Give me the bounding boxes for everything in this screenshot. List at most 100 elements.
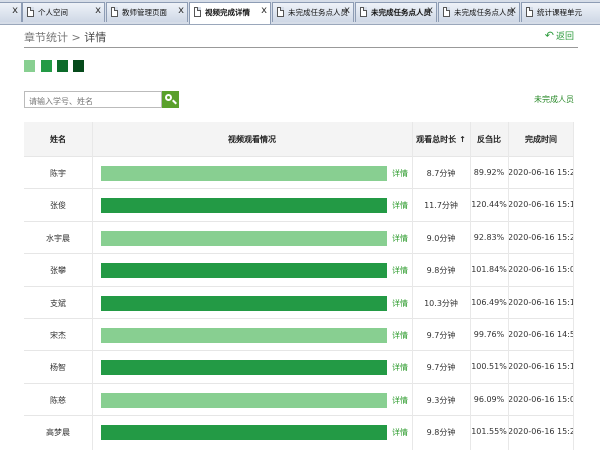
student-name: 高梦晨: [46, 428, 70, 438]
tab-label: 视频完成详情: [205, 8, 250, 17]
ratio: 96.09%: [473, 394, 505, 404]
legend-swatch-darkest: [73, 60, 84, 72]
document-icon: [277, 7, 284, 17]
ratio: 101.84%: [471, 265, 507, 275]
tab-close-icon[interactable]: x: [510, 5, 516, 16]
total-duration: 9.7分钟: [426, 363, 456, 373]
table-header: 姓名 视频观看情况 观看总时长 ↑ 反刍比 完成时间: [24, 122, 574, 156]
tab-incomplete-1[interactable]: 未完成任务点人员 x: [272, 2, 354, 22]
detail-link[interactable]: 详情: [392, 427, 408, 438]
table-row: 高梦晨 详情 9.8分钟 101.55% 2020-06-16 15:24: [24, 415, 574, 449]
video-progress-bar: [101, 263, 387, 279]
header-total-duration[interactable]: 观看总时长 ↑: [412, 134, 470, 145]
video-progress-bar: [101, 328, 387, 343]
legend-swatch-dark: [57, 60, 68, 72]
student-name: 张攀: [50, 266, 66, 276]
table-row: 张俊 详情 11.7分钟 120.44% 2020-06-16 15:11: [24, 188, 574, 222]
completion-time: 2020-06-16 15:24: [508, 427, 574, 437]
tab-close-icon[interactable]: x: [178, 5, 184, 16]
back-button[interactable]: ↶ 返回: [545, 29, 574, 42]
student-name: 张俊: [50, 201, 66, 211]
ratio: 106.49%: [471, 297, 507, 307]
document-icon: [360, 7, 367, 17]
detail-link[interactable]: 详情: [392, 395, 408, 406]
total-duration: 11.7分钟: [424, 201, 458, 211]
tab-label: 未完成任务点人员: [371, 8, 431, 17]
document-icon: [27, 7, 34, 17]
detail-link[interactable]: 详情: [392, 200, 408, 211]
breadcrumb: 章节统计 > 详情: [24, 29, 106, 45]
ratio: 120.44%: [471, 200, 507, 210]
student-name: 水宇晨: [46, 233, 70, 243]
breadcrumb-parent[interactable]: 章节统计: [24, 31, 68, 44]
breadcrumb-current: 详情: [84, 31, 107, 44]
detail-link[interactable]: 详情: [392, 298, 408, 309]
search-icon: [165, 94, 172, 101]
tab-label: 未完成任务点人员: [288, 8, 348, 17]
completion-time: 2020-06-16 15:11: [508, 200, 574, 210]
completion-time: 2020-06-16 15:26: [508, 232, 574, 242]
video-progress-bar: [101, 392, 387, 408]
completion-time: 2020-06-16 14:53: [508, 330, 574, 339]
tab-close-icon[interactable]: x: [261, 5, 267, 16]
ratio: 92.83%: [473, 232, 505, 242]
back-arrow-icon: ↶: [544, 29, 554, 42]
ratio: 89.92%: [473, 168, 505, 177]
document-icon: [443, 7, 450, 17]
video-progress-bar: [101, 360, 387, 376]
tab-partial[interactable]: x: [0, 2, 22, 22]
breadcrumb-separator: >: [68, 31, 85, 44]
legend-swatch-mid: [41, 60, 52, 72]
header-ratio: 反刍比: [477, 135, 501, 144]
total-duration: 9.0分钟: [426, 233, 456, 243]
detail-link[interactable]: 详情: [392, 168, 408, 179]
tab-incomplete-2[interactable]: 未完成任务点人员 x: [355, 2, 437, 22]
tab-label: 未完成任务点人员: [454, 8, 514, 17]
completion-time: 2020-06-16 15:07: [508, 265, 574, 275]
legend-swatch-light: [24, 60, 35, 72]
tab-close-icon[interactable]: x: [344, 5, 350, 16]
student-name: 宋杰: [50, 331, 66, 340]
search-button[interactable]: [162, 91, 179, 108]
detail-link[interactable]: 详情: [392, 362, 408, 373]
table-row: 陈慈 详情 9.3分钟 96.09% 2020-06-16 15:05: [24, 382, 574, 416]
completion-time: 2020-06-16 15:10: [508, 297, 574, 307]
table-row: 杨智 详情 9.7分钟 100.51% 2020-06-16 15:11: [24, 350, 574, 384]
document-icon: [194, 7, 201, 17]
student-name: 陈宇: [50, 169, 66, 178]
video-progress-bar: [101, 295, 387, 311]
search-input[interactable]: [24, 91, 162, 108]
back-label: 返回: [555, 32, 574, 42]
table-row: 张攀 详情 9.8分钟 101.84% 2020-06-16 15:07: [24, 253, 574, 287]
tab-incomplete-3[interactable]: 未完成任务点人员 x: [438, 2, 520, 22]
tab-teacher-management[interactable]: 教师管理页面 x: [106, 2, 188, 22]
completion-table: 姓名 视频观看情况 观看总时长 ↑ 反刍比 完成时间 陈宇 详情 8.7分钟 89.92…: [24, 122, 574, 450]
detail-link[interactable]: 详情: [392, 233, 408, 244]
ratio: 101.55%: [471, 427, 507, 437]
tab-close-icon[interactable]: x: [95, 5, 101, 16]
total-duration: 9.8分钟: [426, 266, 456, 276]
tab-personal-space[interactable]: 个人空间 x: [22, 2, 105, 22]
tab-close-icon[interactable]: x: [427, 5, 433, 16]
browser-tab-bar: x 个人空间 x 教师管理页面 x 视频完成详情 x 未完成任务点人员 x 未完…: [0, 0, 600, 25]
student-name: 杨智: [50, 363, 66, 373]
header-completion-time: 完成时间: [525, 135, 557, 144]
tab-label: 个人空间: [38, 8, 68, 17]
document-icon: [526, 7, 533, 17]
incomplete-members-link[interactable]: 未完成人员: [534, 94, 574, 105]
student-name: 陈慈: [50, 395, 66, 405]
tab-course-unit-stats[interactable]: 统计课程单元: [521, 2, 600, 22]
header-divider: [24, 47, 578, 48]
header-video: 视频观看情况: [228, 135, 276, 144]
completion-time: 2020-06-16 15:11: [508, 362, 574, 372]
tab-label: 教师管理页面: [122, 8, 167, 17]
tab-video-completion-detail[interactable]: 视频完成详情 x: [189, 2, 271, 24]
detail-link[interactable]: 详情: [392, 330, 408, 341]
video-progress-bar: [101, 425, 387, 441]
completion-time: 2020-06-16 15:25: [508, 168, 574, 177]
tab-close-icon[interactable]: x: [12, 5, 18, 16]
detail-link[interactable]: 详情: [392, 265, 408, 276]
ratio: 99.76%: [473, 330, 505, 339]
table-row: 宋杰 详情 9.7分钟 99.76% 2020-06-16 14:53: [24, 318, 574, 351]
sort-arrow-icon[interactable]: ↑: [459, 135, 466, 144]
